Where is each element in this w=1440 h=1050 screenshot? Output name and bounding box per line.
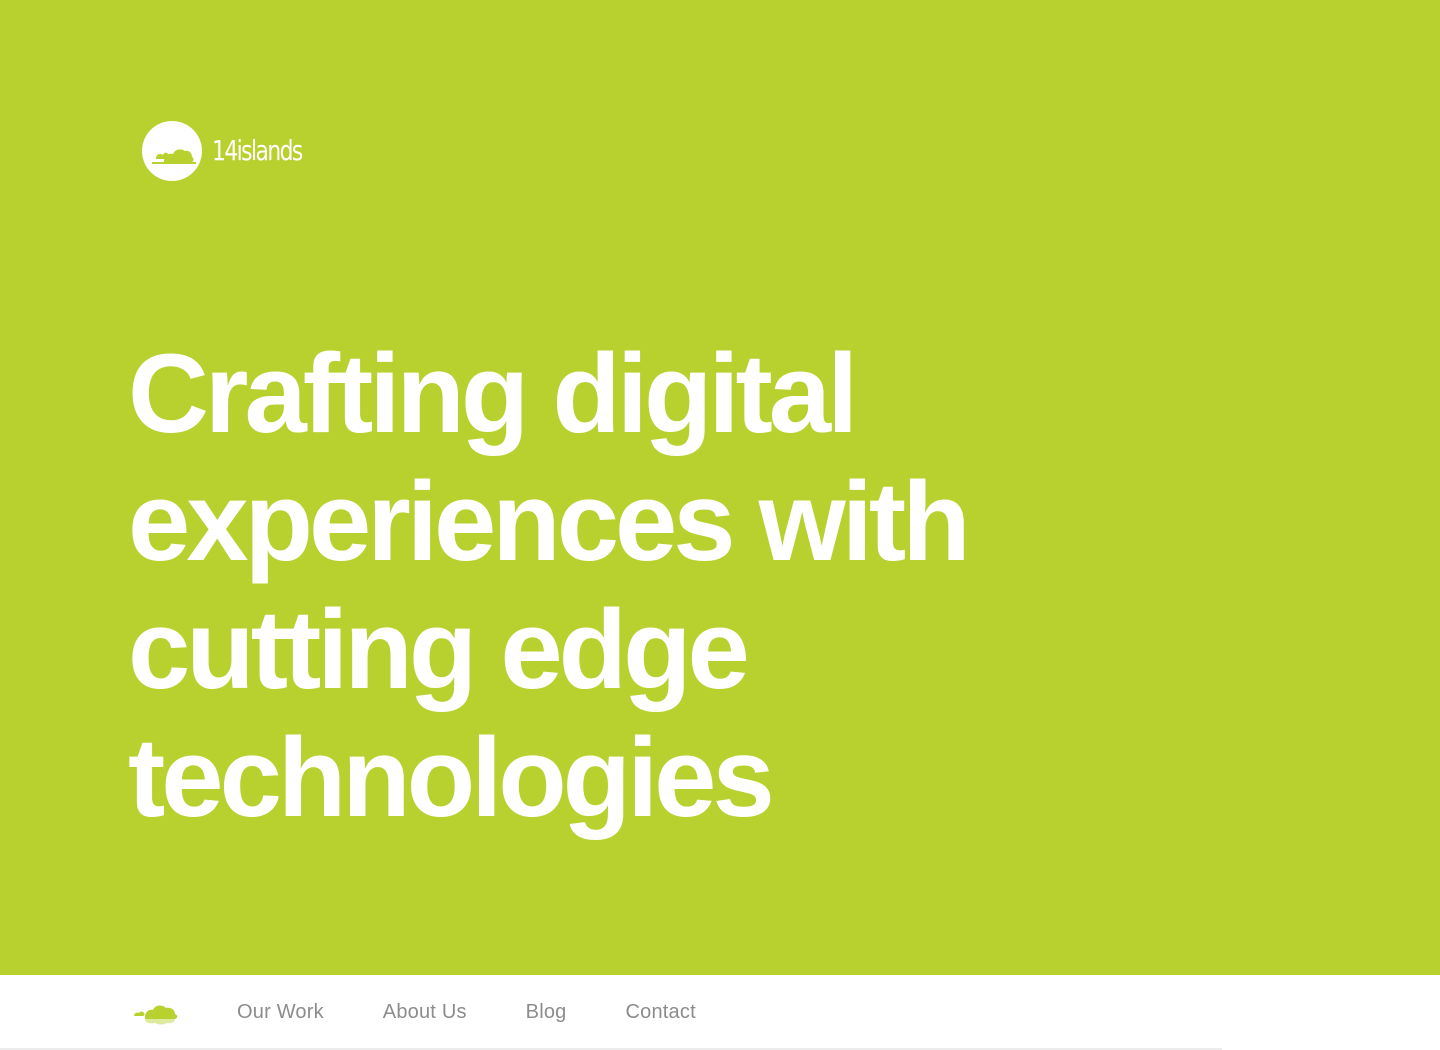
nav-links: Our Work About Us Blog Contact xyxy=(237,975,755,1050)
headline-line-2: experiences with xyxy=(128,459,971,584)
nav-link-blog[interactable]: Blog xyxy=(526,1001,567,1023)
nav-item: Contact xyxy=(626,1001,696,1024)
headline-line-3: cutting edge xyxy=(128,587,750,712)
headline-line-4: technologies xyxy=(128,715,775,840)
nav-link-our-work[interactable]: Our Work xyxy=(237,1001,324,1023)
bottom-navbar: Our Work About Us Blog Contact xyxy=(0,975,1440,1050)
islands-mark-icon[interactable] xyxy=(133,1002,178,1026)
nav-item: About Us xyxy=(383,1001,467,1024)
headline-line-1: Crafting digital xyxy=(128,331,858,456)
logo-wordmark: 14islands xyxy=(212,134,303,167)
nav-item: Blog xyxy=(526,1001,567,1024)
nav-item: Our Work xyxy=(237,1001,324,1024)
hero-headline: Crafting digital experiences with cuttin… xyxy=(128,330,1028,842)
hero-section: 14islands Crafting digital experiences w… xyxy=(0,0,1440,975)
nav-link-about-us[interactable]: About Us xyxy=(383,1001,467,1023)
islands-badge-icon xyxy=(142,121,202,181)
site-logo[interactable]: 14islands xyxy=(142,121,327,181)
nav-link-contact[interactable]: Contact xyxy=(626,1001,696,1023)
